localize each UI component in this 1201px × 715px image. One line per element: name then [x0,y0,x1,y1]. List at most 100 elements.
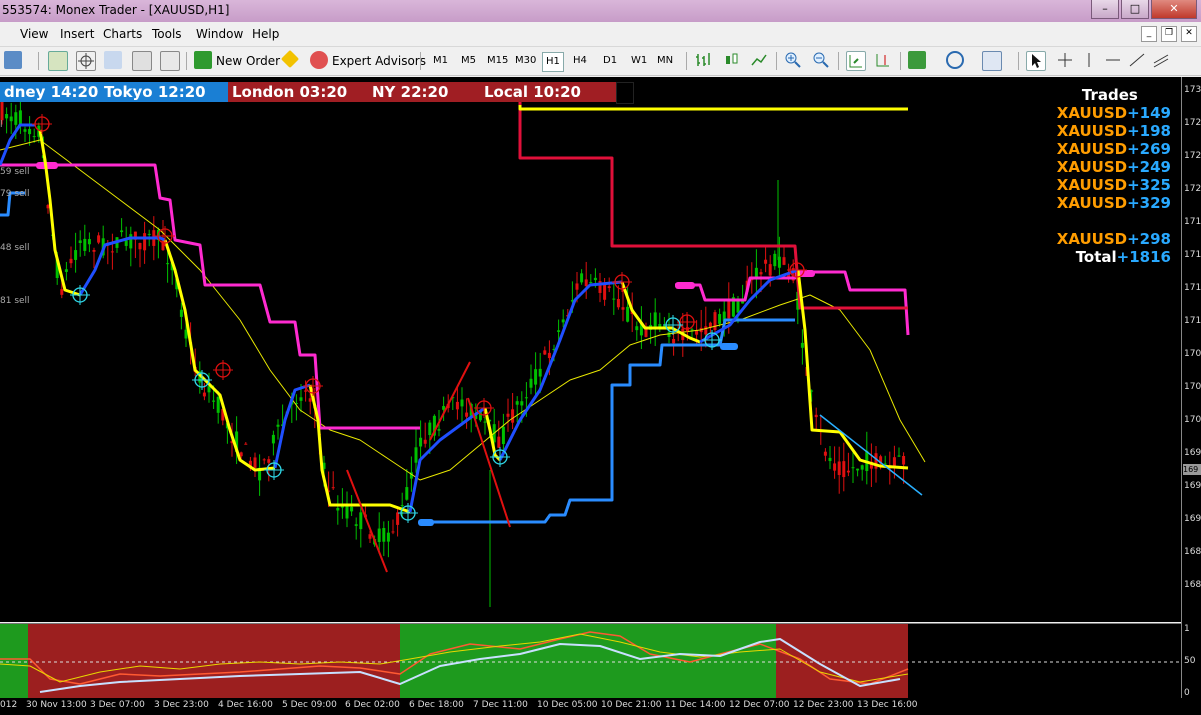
candle-body [437,429,441,431]
timeframe-m1[interactable]: M1 [430,52,451,70]
expert-advisors-icon[interactable] [310,51,328,69]
price-tick: 170 [1184,349,1201,359]
candle-body [501,426,505,445]
candle-body [593,277,597,281]
timeframe-mn[interactable]: MN [654,52,676,70]
open-trade-row: XAUUSD+298 [1057,230,1171,248]
candle-body [143,233,147,251]
candle-body [713,312,717,330]
session-london: London 03:20 [228,82,368,102]
minimize-button[interactable]: – [1091,0,1119,19]
crosshair-icon[interactable] [1056,51,1074,69]
templates-icon[interactable] [982,51,1002,71]
time-tick: 6 Dec 18:00 [409,700,464,710]
candle-body [304,390,308,392]
time-axis: 012 30 Nov 13:00 3 Dec 07:00 3 Dec 23:00… [0,698,1201,715]
time-tick: 10 Dec 05:00 [537,700,598,710]
menu-window[interactable]: Window [196,27,243,41]
zoom-out-icon[interactable] [812,51,830,69]
menu-view[interactable]: View [20,27,48,41]
data-window-icon[interactable] [76,51,96,71]
mdi-close-button[interactable]: ✕ [1181,26,1197,42]
candle-body [423,439,427,444]
candle-body [584,279,588,287]
mdi-minimize-button[interactable]: _ [1141,26,1157,42]
new-order-button[interactable]: New Order [216,51,280,71]
candle-body [78,240,82,244]
indicator-subwindow[interactable] [0,623,1181,699]
sub-tick: 0 [1184,688,1190,698]
cursor-icon[interactable] [1026,51,1046,71]
timeframe-d1[interactable]: D1 [600,52,620,70]
sub-tick: 50 [1184,656,1196,666]
zoom-in-icon[interactable] [784,51,802,69]
menu-tools[interactable]: Tools [152,27,182,41]
time-tick: 12 Dec 23:00 [793,700,854,710]
candle-body [800,342,804,348]
time-tick: 012 [0,700,18,710]
trade-row: XAUUSD+269 [1057,140,1171,158]
line-chart-icon[interactable] [750,51,768,69]
trade-value: +329 [1127,194,1171,212]
candle-body [635,326,639,331]
bar-chart-icon[interactable] [694,51,712,69]
navigator-icon[interactable] [104,51,122,69]
new-chart-icon[interactable] [4,51,22,69]
timeframe-m5[interactable]: M5 [458,52,479,70]
horizontal-line-icon[interactable] [1104,51,1122,69]
trendline-icon[interactable] [1128,51,1146,69]
candle-body [667,332,671,337]
trades-panel: Trades XAUUSD+149 XAUUSD+198 XAUUSD+269 … [1057,86,1171,266]
expert-advisors-button[interactable]: Expert Advisors [332,51,426,71]
total-label: Total [1075,248,1117,266]
candle-body [547,352,551,359]
timeframe-m30[interactable]: M30 [512,52,539,70]
menu-help[interactable]: Help [252,27,279,41]
candle-body [823,451,827,456]
price-chart[interactable] [0,77,1181,622]
terminal-icon[interactable] [132,51,152,71]
candle-body [120,230,124,233]
price-tick: 170 [1184,382,1201,392]
candle-body [455,401,459,410]
menu-insert[interactable]: Insert [60,27,94,41]
autoscroll-icon[interactable] [846,51,866,71]
menu-charts[interactable]: Charts [103,27,142,41]
close-button[interactable]: ✕ [1151,0,1197,19]
session-ny: NY 22:20 [368,82,480,102]
trade-row: XAUUSD+149 [1057,104,1171,122]
strategy-tester-icon[interactable] [160,51,180,71]
trend-line-down [163,239,276,472]
periods-clock-icon[interactable] [946,51,964,69]
candle-body [32,136,36,138]
timeframe-m15[interactable]: M15 [484,52,511,70]
candle-body [97,235,101,243]
trend-line-up [273,383,311,469]
new-order-icon[interactable] [194,51,212,69]
session-sydney: dney 14:20 [0,82,100,102]
moving-average-line [0,139,926,481]
trend-line-up [498,280,623,461]
indicators-icon[interactable] [908,51,926,69]
mdi-restore-button[interactable]: ❐ [1161,26,1177,42]
candle-body [718,314,722,324]
maximize-button[interactable]: □ [1121,0,1149,19]
candlestick-icon[interactable] [722,51,740,69]
timeframe-h4[interactable]: H4 [570,52,590,70]
price-tick: 172 [1184,184,1201,194]
candle-body [833,463,837,471]
vertical-line-icon[interactable] [1080,51,1098,69]
candle-body [607,286,611,289]
timeframe-w1[interactable]: W1 [628,52,650,70]
channel-icon[interactable] [1152,51,1170,69]
market-watch-icon[interactable] [48,51,68,71]
candle-body [299,397,303,401]
chart-shift-icon[interactable] [874,51,892,69]
candle-body [262,459,266,461]
candle-body [483,421,487,423]
total-row: Total+1816 [1057,248,1171,266]
metaeditor-icon[interactable] [280,49,300,69]
trend-line-up [408,406,486,513]
candle-body [5,114,9,119]
timeframe-h1[interactable]: H1 [542,52,564,72]
